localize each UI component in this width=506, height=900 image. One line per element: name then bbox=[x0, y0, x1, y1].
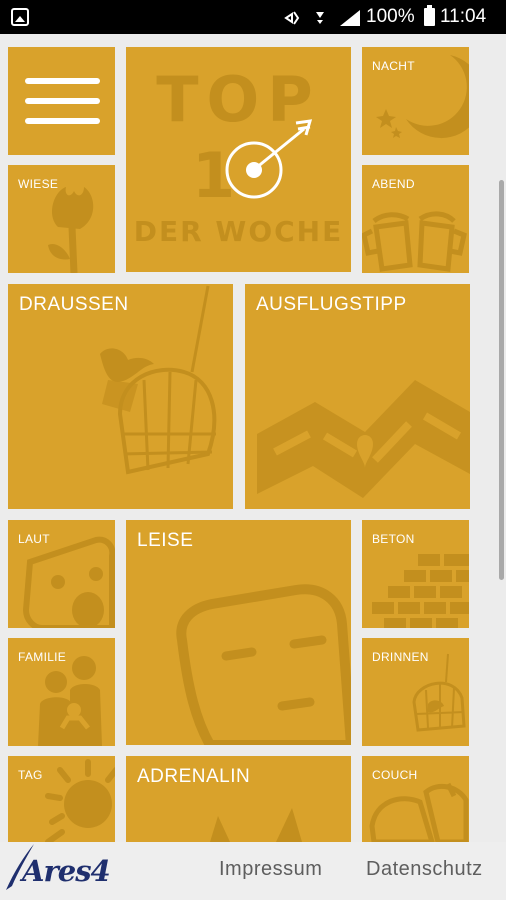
tile-label: ABEND bbox=[372, 177, 415, 191]
hamburger-icon-bar bbox=[25, 98, 100, 104]
datenschutz-link[interactable]: Datenschutz bbox=[366, 858, 483, 881]
footer-bar: Ares4 Impressum Datenschutz bbox=[0, 842, 506, 900]
tile-laut[interactable]: LAUT bbox=[8, 520, 115, 628]
quiet-face-icon bbox=[176, 584, 351, 745]
tile-label: NACHT bbox=[372, 59, 415, 73]
tile-tag[interactable]: TAG bbox=[8, 756, 115, 842]
tile-label: TAG bbox=[18, 768, 43, 782]
tile-label: AUSFLUGSTIPP bbox=[256, 294, 407, 315]
scrollbar[interactable] bbox=[499, 180, 504, 580]
tile-nacht[interactable]: NACHT bbox=[362, 47, 469, 155]
tile-label: FAMILIE bbox=[18, 650, 67, 664]
logo-text: Ares4 bbox=[22, 854, 111, 888]
impressum-link[interactable]: Impressum bbox=[219, 858, 322, 881]
tile-label: DRAUSSEN bbox=[19, 294, 129, 315]
tile-leise[interactable]: LEISE bbox=[126, 520, 351, 745]
map-pin-icon bbox=[257, 380, 470, 498]
menu-button[interactable] bbox=[8, 47, 115, 155]
tile-label: LEISE bbox=[137, 530, 194, 551]
clock: 11:04 bbox=[440, 6, 487, 27]
tile-top10[interactable]: TOP 1 DER WOCHE bbox=[126, 47, 351, 272]
tile-label: DRINNEN bbox=[372, 650, 429, 664]
tile-ausflugstipp[interactable]: AUSFLUGSTIPP bbox=[245, 284, 470, 509]
tile-label: COUCH bbox=[372, 768, 418, 782]
hamburger-icon bbox=[25, 78, 100, 84]
tile-abend[interactable]: ABEND bbox=[362, 165, 469, 273]
tile-label: LAUT bbox=[18, 532, 50, 546]
tile-wiese[interactable]: WIESE bbox=[8, 165, 115, 273]
hamburger-icon-bar bbox=[25, 118, 100, 124]
tile-label: WIESE bbox=[18, 177, 59, 191]
battery-icon bbox=[424, 5, 435, 26]
gallery-notification-icon bbox=[11, 8, 29, 26]
tile-adrenalin[interactable]: ADRENALIN bbox=[126, 756, 351, 842]
tile-beton[interactable]: BETON bbox=[362, 520, 469, 628]
tile-label: BETON bbox=[372, 532, 415, 546]
tile-label: ADRENALIN bbox=[137, 766, 251, 787]
signal-status-icons bbox=[284, 10, 360, 26]
target-arrow-icon bbox=[225, 119, 313, 199]
tile-draussen[interactable]: DRAUSSEN bbox=[8, 284, 233, 509]
birdcage-icon bbox=[100, 285, 217, 475]
ares4-logo[interactable]: Ares4 bbox=[0, 842, 130, 900]
tile-familie[interactable]: FAMILIE bbox=[8, 638, 115, 746]
tile-couch[interactable]: COUCH bbox=[362, 756, 469, 842]
status-bar: 100% 11:04 bbox=[0, 0, 506, 34]
battery-percent: 100% bbox=[366, 6, 415, 27]
tile-drinnen[interactable]: DRINNEN bbox=[362, 638, 469, 746]
